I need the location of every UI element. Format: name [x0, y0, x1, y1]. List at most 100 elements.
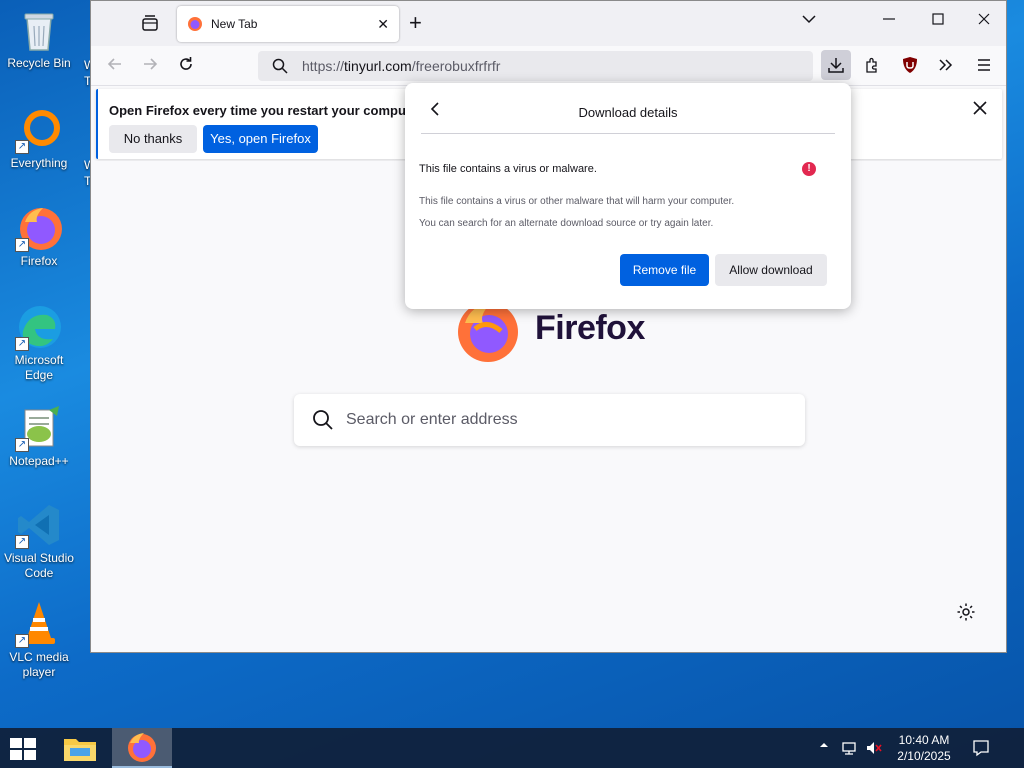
vscode-icon: ↗ — [15, 501, 63, 549]
network-tray-button[interactable] — [841, 740, 857, 759]
tab-new-tab[interactable]: New Tab ✕ — [177, 6, 399, 42]
tab-close-icon[interactable]: ✕ — [377, 16, 389, 33]
desktop-icon-firefox[interactable]: ↗ Firefox — [4, 204, 74, 269]
desktop-icon-vscode[interactable]: ↗ Visual Studio Code — [4, 501, 74, 581]
action-center-button[interactable] — [972, 739, 990, 760]
divider — [421, 133, 835, 134]
puzzle-icon — [866, 57, 877, 73]
newtab-search-input[interactable]: Search or enter address — [294, 394, 805, 446]
gear-icon — [957, 603, 975, 621]
download-details-panel: Download details This file contains a vi… — [405, 83, 851, 309]
arrow-right-icon — [144, 58, 158, 70]
arrow-left-icon — [107, 58, 121, 70]
shortcut-arrow-icon: ↗ — [15, 140, 29, 154]
extensions-button[interactable] — [863, 56, 881, 77]
desktop-icon-label: Notepad++ — [9, 454, 69, 468]
firefox-favicon-icon — [188, 17, 202, 31]
yes-open-firefox-button[interactable]: Yes, open Firefox — [203, 125, 318, 153]
desktop-icon-label: Everything — [10, 156, 68, 170]
show-hidden-icons-button[interactable] — [819, 740, 829, 753]
notification-message: Open Firefox every time you restart your… — [109, 103, 431, 118]
everything-icon: ↗ — [15, 106, 63, 154]
minimize-button[interactable] — [881, 11, 897, 32]
shortcut-arrow-icon: ↗ — [15, 535, 29, 549]
search-placeholder: Search or enter address — [346, 411, 518, 428]
maximize-icon — [932, 13, 944, 25]
desktop-icon-label: Firefox — [20, 254, 58, 268]
notification-close-button[interactable] — [972, 99, 988, 122]
panel-header: Download details — [578, 105, 678, 120]
allow-download-button[interactable]: Allow download — [715, 254, 827, 286]
new-tab-button[interactable]: + — [409, 10, 422, 36]
minimize-icon — [883, 18, 895, 20]
start-button[interactable] — [10, 738, 36, 763]
reload-button[interactable] — [177, 55, 195, 77]
ublock-origin-button[interactable] — [901, 56, 919, 77]
tab-title: New Tab — [211, 17, 258, 31]
shortcut-arrow-icon: ↗ — [15, 238, 29, 252]
chevron-double-right-icon — [939, 59, 953, 71]
search-icon — [272, 58, 288, 74]
desktop-icon-label: VLC media player — [9, 650, 69, 679]
ublock-shield-icon — [903, 57, 917, 73]
firefox-logo-icon — [458, 302, 518, 362]
remove-file-button[interactable]: Remove file — [620, 254, 709, 286]
taskbar: 10:40 AM 2/10/2025 — [0, 728, 1024, 768]
forward-button[interactable] — [141, 55, 159, 77]
firefox-window: New Tab ✕ + https://tinyurl.com/freerobu… — [90, 0, 1007, 653]
desktop-icon-label: Recycle Bin — [7, 56, 71, 70]
notification-icon — [973, 740, 989, 757]
chevron-down-icon — [802, 15, 816, 24]
shortcut-arrow-icon: ↗ — [15, 438, 29, 452]
downloads-button[interactable] — [821, 50, 851, 80]
url-host: tinyurl.com — [344, 58, 412, 74]
maximize-button[interactable] — [930, 11, 946, 32]
warning-hint: You can search for an alternate download… — [419, 218, 714, 229]
recycle-bin-icon — [15, 6, 63, 54]
desktop-icon-everything[interactable]: ↗ Everything — [4, 106, 74, 171]
firefox-view-button[interactable] — [139, 13, 161, 35]
taskbar-clock[interactable]: 10:40 AM 2/10/2025 — [893, 732, 955, 764]
no-thanks-button[interactable]: No thanks — [109, 125, 197, 153]
firefox-view-icon — [142, 15, 158, 31]
reload-icon — [180, 57, 192, 70]
address-bar[interactable]: https://tinyurl.com/freerobuxfrfrfr — [258, 51, 813, 81]
shortcut-arrow-icon: ↗ — [15, 634, 29, 648]
app-menu-button[interactable] — [975, 56, 993, 77]
desktop-icon-label: Microsoft Edge — [14, 353, 64, 382]
desktop-icon-label: Visual Studio Code — [4, 551, 74, 580]
warning-description: This file contains a virus or other malw… — [419, 196, 735, 207]
back-button[interactable] — [106, 55, 124, 77]
url-path: /freerobuxfrfrfr — [411, 58, 501, 74]
folder-icon — [64, 739, 96, 761]
navigation-toolbar: https://tinyurl.com/freerobuxfrfrfr — [91, 46, 1006, 86]
warning-title: This file contains a virus or malware. — [419, 163, 597, 175]
windows-logo-icon — [10, 738, 36, 760]
list-all-tabs-button[interactable] — [801, 11, 817, 32]
chevron-up-icon — [820, 743, 828, 747]
volume-tray-button[interactable] — [865, 740, 883, 759]
tab-bar: New Tab ✕ + — [91, 1, 1006, 46]
malware-warning-icon: ! — [802, 162, 816, 176]
url-protocol: https:// — [302, 58, 345, 74]
close-window-button[interactable] — [976, 11, 992, 32]
notepadpp-icon: ↗ — [15, 404, 63, 452]
close-icon — [973, 101, 987, 115]
personalize-button[interactable] — [956, 602, 976, 625]
firefox-icon — [128, 733, 156, 762]
desktop-icon-vlc[interactable]: ↗ VLC media player — [4, 600, 74, 680]
network-icon — [842, 742, 856, 755]
file-explorer-taskbar-button[interactable] — [62, 733, 98, 763]
clock-time: 10:40 AM — [898, 733, 950, 747]
desktop-icon-edge[interactable]: ↗ Microsoft Edge — [4, 303, 74, 383]
clock-date: 2/10/2025 — [897, 749, 951, 763]
desktop-icon-notepadpp[interactable]: ↗ Notepad++ — [4, 404, 74, 469]
desktop-icon-recycle-bin[interactable]: Recycle Bin — [4, 6, 74, 71]
firefox-icon: ↗ — [15, 204, 63, 252]
volume-muted-icon — [867, 742, 882, 754]
download-icon — [828, 58, 844, 73]
firefox-taskbar-button[interactable] — [112, 728, 172, 768]
more-tools-button[interactable] — [937, 56, 955, 77]
search-icon — [313, 410, 333, 430]
close-icon — [978, 13, 990, 25]
